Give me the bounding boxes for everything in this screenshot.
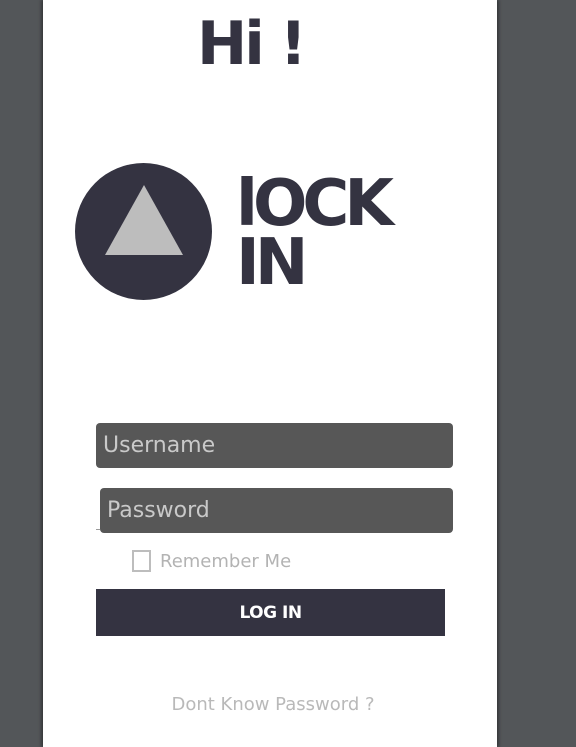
remember-me-toggle[interactable]: Remember Me (132, 550, 291, 572)
password-placeholder: Password (107, 498, 210, 523)
logo-text-line2: IN (236, 226, 308, 300)
remember-me-label: Remember Me (160, 550, 292, 572)
login-button-label: LOG IN (239, 602, 302, 623)
greeting-title: Hi ! (197, 9, 307, 79)
password-field-underline (96, 529, 100, 530)
login-panel: Hi ! lOCK IN Username Password Remember … (43, 0, 497, 747)
login-button[interactable]: LOG IN (96, 589, 445, 636)
password-input[interactable]: Password (100, 488, 453, 533)
triangle-logo-icon (105, 185, 183, 255)
remember-me-checkbox[interactable] (132, 550, 151, 572)
username-input[interactable]: Username (96, 423, 453, 468)
forgot-password-link[interactable]: Dont Know Password ? (43, 694, 503, 715)
logo-circle (75, 163, 212, 300)
username-placeholder: Username (103, 433, 216, 458)
